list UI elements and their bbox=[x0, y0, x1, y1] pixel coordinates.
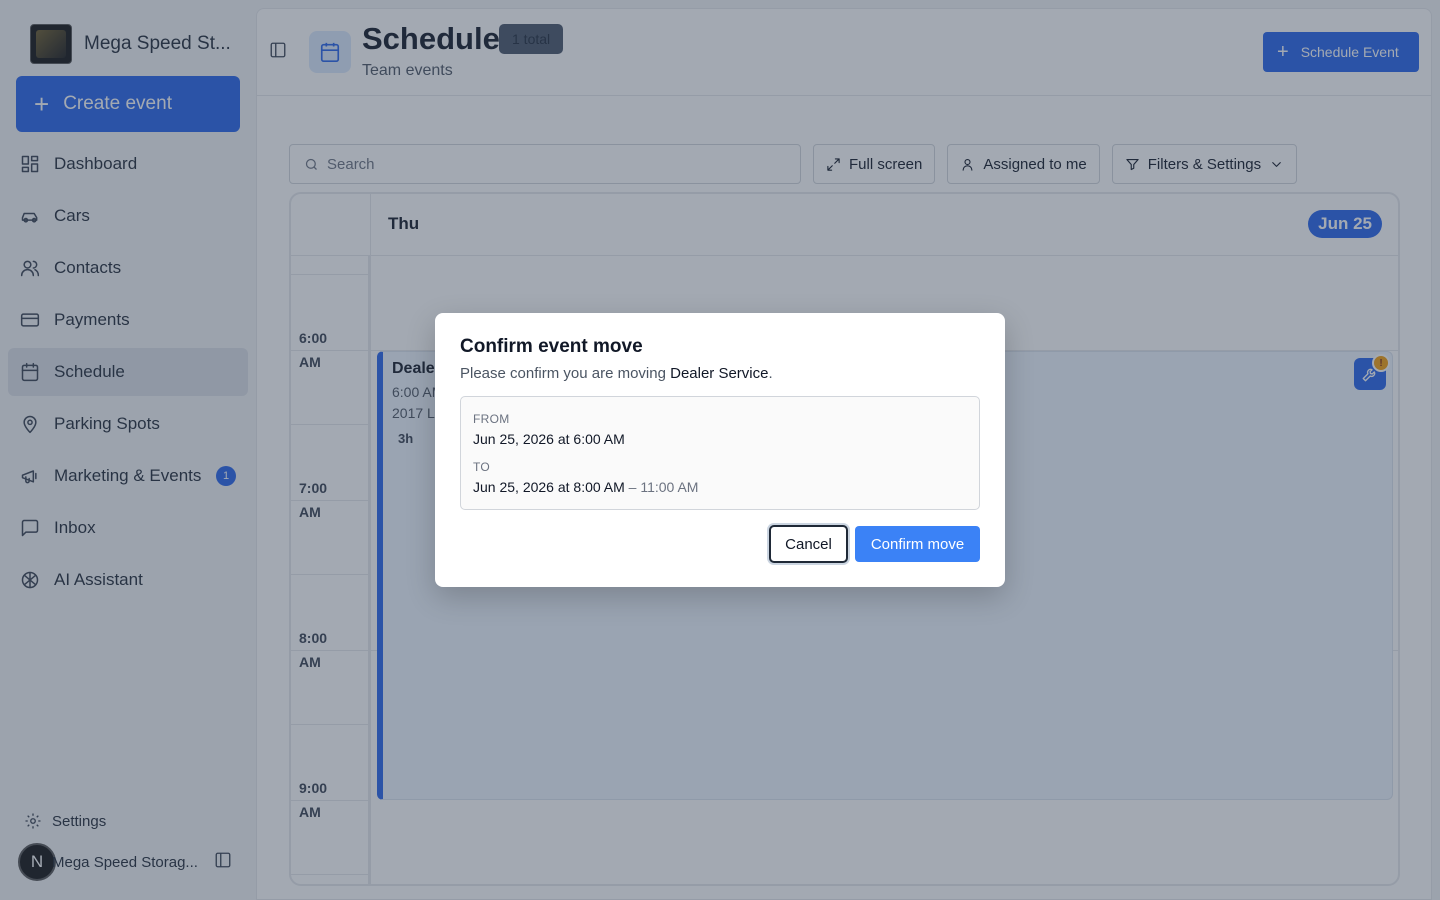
dialog-event-name: Dealer Service bbox=[670, 365, 769, 382]
move-details: FROM Jun 25, 2026 at 6:00 AM TO Jun 25, … bbox=[460, 396, 980, 510]
dialog-description: Please confirm you are moving Dealer Ser… bbox=[460, 365, 773, 382]
from-value: Jun 25, 2026 at 6:00 AM bbox=[473, 431, 625, 447]
cancel-button[interactable]: Cancel bbox=[769, 525, 848, 563]
dialog-description-suffix: . bbox=[768, 365, 773, 382]
to-value: Jun 25, 2026 at 8:00 AM – 11:00 AM bbox=[473, 479, 698, 495]
dialog-description-prefix: Please confirm you are moving bbox=[460, 365, 671, 382]
dialog-title: Confirm event move bbox=[460, 336, 643, 357]
to-label: TO bbox=[473, 460, 491, 474]
to-end: – 11:00 AM bbox=[628, 479, 699, 495]
confirm-move-button[interactable]: Confirm move bbox=[855, 526, 980, 562]
to-start: Jun 25, 2026 at 8:00 AM bbox=[473, 479, 625, 495]
confirm-move-dialog: Confirm event move Please confirm you ar… bbox=[435, 313, 1005, 587]
from-label: FROM bbox=[473, 412, 510, 426]
